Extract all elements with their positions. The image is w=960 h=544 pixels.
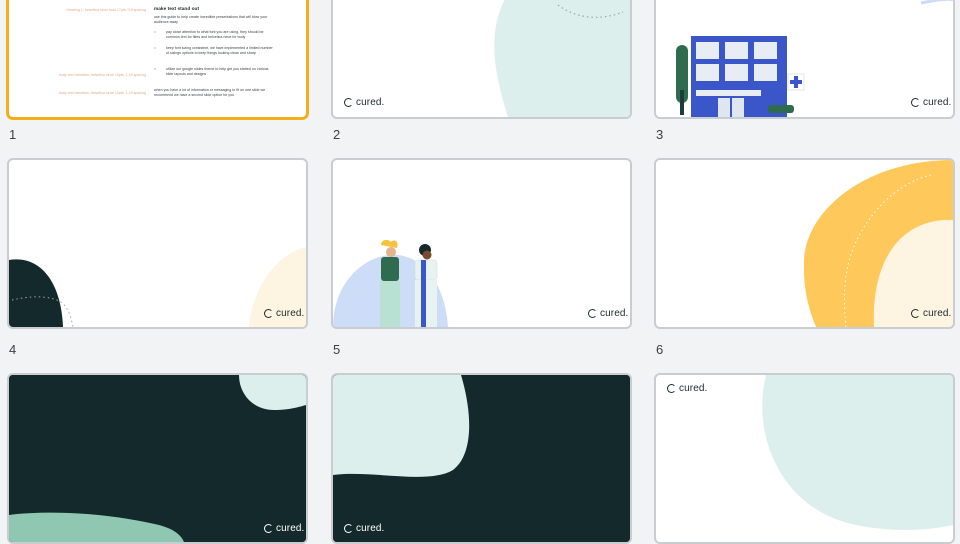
slide1-title: make text stand out	[154, 7, 200, 12]
brand-ring-icon	[264, 309, 273, 318]
slide-number-3: 3	[656, 127, 664, 142]
slide4-brand-logo: cured.	[264, 308, 304, 319]
slide5-brand-logo: cured.	[588, 308, 628, 319]
brand-ring-icon	[588, 309, 597, 318]
slide-thumbnail-3[interactable]: cured.	[654, 0, 955, 119]
slide1-intro: use this guide to help create incredible…	[154, 15, 268, 24]
slide-thumbnail-6[interactable]: cured.	[654, 158, 955, 329]
slide-number-4: 4	[9, 342, 17, 357]
brand-ring-icon	[264, 524, 273, 533]
brand-name: cured.	[356, 97, 385, 108]
slide4-background-shapes	[9, 247, 306, 327]
slide7-brand-logo: cured.	[264, 523, 304, 534]
brand-ring-icon	[344, 98, 353, 107]
slide-thumbnail-7[interactable]: cured.	[7, 373, 308, 544]
slide-thumbnail-5[interactable]: cured.	[331, 158, 632, 329]
slide9-brand-logo: cured.	[667, 383, 707, 394]
slide1-label-heading: Heading 1, helvetica neue bold 17pts, 0.…	[66, 8, 146, 12]
brand-name: cured.	[923, 308, 952, 319]
slide1-bullet-3-text: utilize our google slides theme to help …	[166, 67, 269, 76]
slide3-brand-logo: cured.	[911, 97, 951, 108]
slide6-background-shapes	[803, 160, 953, 327]
slide-thumbnail-1[interactable]: Heading 1, helvetica neue bold 17pts, 0.…	[7, 0, 308, 119]
slide-number-6: 6	[656, 342, 664, 357]
brand-name: cured.	[923, 97, 952, 108]
slide9-background-shapes	[762, 375, 953, 530]
slide-thumbnail-9[interactable]: cured.	[654, 373, 955, 544]
slide1-label-body-1: body text helvetica, helvetica neue 10pt…	[58, 73, 146, 77]
slide8-background-shapes	[333, 375, 630, 542]
slide2-brand-logo: cured.	[344, 97, 384, 108]
slide1-label-body-2: body text helvetica, helvetica neue 10pt…	[58, 91, 146, 95]
brand-ring-icon	[667, 384, 676, 393]
slide1-bullet-2-text: keep font sizing consistent, we have imp…	[166, 46, 273, 55]
brand-ring-icon	[344, 524, 353, 533]
slide-thumbnail-8[interactable]: cured.	[331, 373, 632, 544]
slide8-brand-logo: cured.	[344, 523, 384, 534]
brand-name: cured.	[356, 523, 385, 534]
brand-name: cured.	[276, 523, 305, 534]
brand-name: cured.	[600, 308, 629, 319]
slide-number-2: 2	[333, 127, 341, 142]
slide-thumbnail-2[interactable]: cured.	[331, 0, 632, 119]
slide-number-5: 5	[333, 342, 341, 357]
doctors-illustration	[333, 239, 448, 327]
brand-name: cured.	[679, 383, 708, 394]
slide-thumbnail-4[interactable]: cured.	[7, 158, 308, 329]
slide7-background-shapes	[9, 375, 306, 542]
slide6-brand-logo: cured.	[911, 308, 951, 319]
brand-ring-icon	[911, 98, 920, 107]
slide-number-1: 1	[9, 127, 17, 142]
hospital-illustration	[676, 0, 953, 117]
slide1-footer: when you have a lot of information or me…	[154, 88, 266, 97]
brand-ring-icon	[911, 309, 920, 318]
slide1-bullet-1-text: pay close attention to what font you are…	[166, 30, 264, 39]
brand-name: cured.	[276, 308, 305, 319]
